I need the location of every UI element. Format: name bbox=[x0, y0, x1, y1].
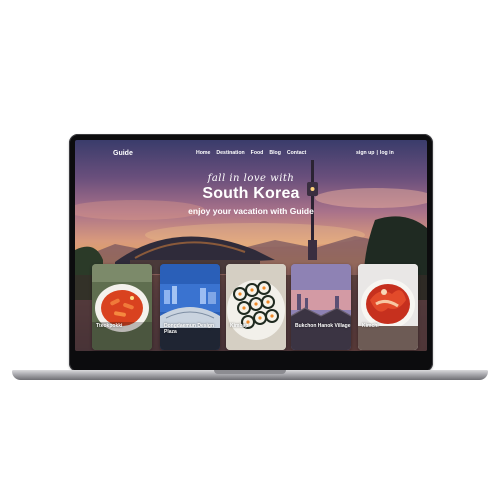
card-bukchon[interactable]: Bukchon Hanok Village bbox=[291, 264, 351, 350]
card-ddp[interactable]: Dongdaemun Design Plaza bbox=[160, 264, 220, 350]
card-tteokpokki[interactable]: Tteokpokki bbox=[92, 264, 152, 350]
site-logo[interactable]: Guide bbox=[113, 150, 133, 157]
laptop-mockup: Guide Home Destination Food Blog Contact… bbox=[0, 0, 500, 500]
laptop-hinge-notch bbox=[214, 370, 286, 374]
card-kimbap[interactable]: Kimbap bbox=[226, 264, 286, 350]
card-label-bukchon: Bukchon Hanok Village bbox=[295, 323, 351, 329]
card-label-kimbap: Kimbap bbox=[230, 323, 249, 329]
nav-blog[interactable]: Blog bbox=[269, 150, 281, 156]
card-label-kimchi: Kimchi bbox=[362, 323, 379, 329]
auth-divider: | bbox=[376, 150, 378, 156]
hero-tagline: fall in love with bbox=[207, 173, 295, 184]
signup-link[interactable]: sign up bbox=[356, 150, 374, 156]
nav-links: Home Destination Food Blog Contact bbox=[196, 150, 306, 156]
destination-cards: Tteokpokki Dongdaemun Design Plaza Kimba… bbox=[75, 264, 427, 350]
ddp-photo bbox=[160, 264, 220, 350]
hanok-photo bbox=[291, 264, 351, 350]
top-navbar: Guide Home Destination Food Blog Contact… bbox=[75, 140, 427, 162]
card-kimchi[interactable]: Kimchi bbox=[358, 264, 418, 350]
nav-food[interactable]: Food bbox=[251, 150, 264, 156]
tteokbokki-photo bbox=[92, 264, 152, 350]
nav-contact[interactable]: Contact bbox=[287, 150, 306, 156]
hero-title: South Korea bbox=[202, 185, 300, 202]
hero-subtitle: enjoy your vacation with Guide bbox=[188, 206, 314, 216]
kimbap-photo bbox=[226, 264, 286, 350]
auth-links: sign up | log in bbox=[356, 150, 394, 156]
nav-home[interactable]: Home bbox=[196, 150, 210, 156]
kimchi-photo bbox=[358, 264, 418, 350]
card-label-ddp: Dongdaemun Design Plaza bbox=[164, 323, 215, 335]
card-label-tteokpokki: Tteokpokki bbox=[96, 323, 123, 329]
nav-destination[interactable]: Destination bbox=[216, 150, 244, 156]
website-screen: Guide Home Destination Food Blog Contact… bbox=[75, 140, 427, 351]
login-link[interactable]: log in bbox=[380, 150, 394, 156]
screen-bottom-bezel bbox=[75, 351, 427, 368]
